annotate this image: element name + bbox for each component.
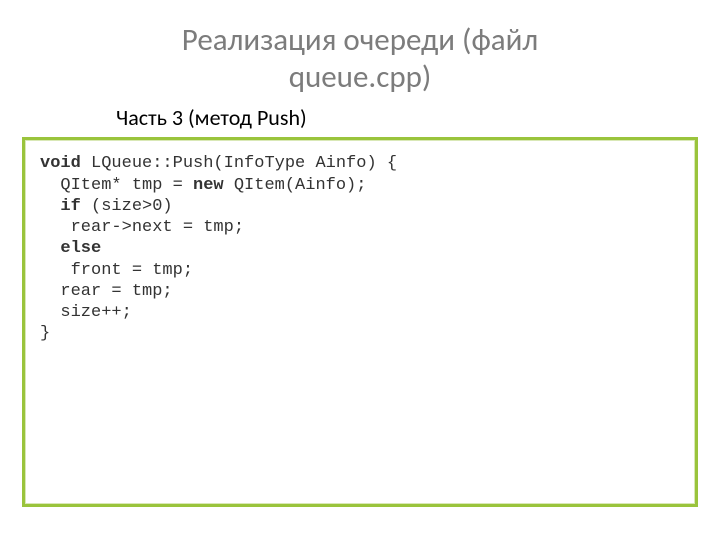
code-box-mid: void LQueue::Push(InfoType Ainfo) { QIte… — [25, 140, 695, 504]
code-text: front = tmp; — [40, 261, 193, 280]
code-text: LQueue::Push(InfoType Ainfo) { — [81, 154, 397, 173]
title-line-2: queue.cpp) — [289, 58, 432, 96]
slide: Реализация очереди (файл queue.cpp) Част… — [0, 0, 720, 540]
code-box-outer: void LQueue::Push(InfoType Ainfo) { QIte… — [22, 137, 698, 507]
code-text: (size>0) — [81, 197, 173, 216]
code-block: void LQueue::Push(InfoType Ainfo) { QIte… — [26, 141, 694, 356]
keyword-if: if — [60, 197, 80, 216]
code-text: size++; — [40, 303, 132, 322]
code-text: } — [40, 324, 50, 343]
code-text — [40, 197, 60, 216]
slide-title: Реализация очереди (файл queue.cpp) — [0, 0, 720, 102]
code-text: rear->next = tmp; — [40, 218, 244, 237]
keyword-new: new — [193, 176, 224, 195]
title-line-1: Реализация очереди (файл — [182, 21, 538, 59]
code-text: QItem(Ainfo); — [224, 176, 367, 195]
code-text: rear = tmp; — [40, 282, 173, 301]
keyword-else: else — [60, 239, 101, 258]
code-text — [40, 239, 60, 258]
keyword-void: void — [40, 154, 81, 173]
slide-subtitle: Часть 3 (метод Push) — [0, 102, 720, 137]
code-text: QItem* tmp = — [40, 176, 193, 195]
